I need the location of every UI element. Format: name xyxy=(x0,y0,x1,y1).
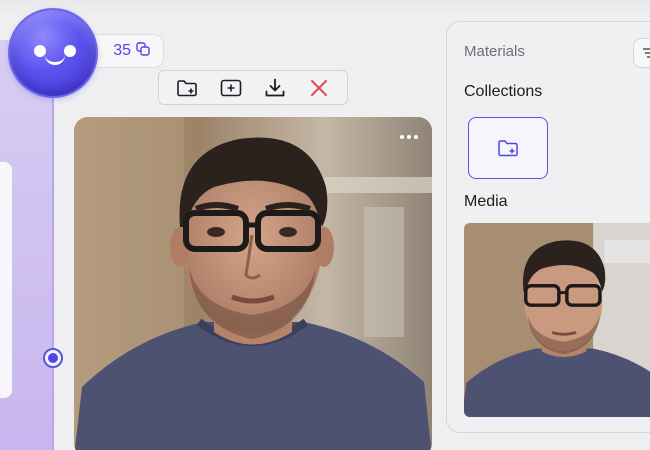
top-edge xyxy=(0,0,650,14)
more-dot xyxy=(407,135,411,139)
materials-panel: Materials Collections Media xyxy=(446,21,650,433)
media-thumbnail[interactable] xyxy=(464,223,650,417)
media-toolbar xyxy=(158,70,348,105)
credits-count: 35 xyxy=(113,42,131,59)
add-button[interactable] xyxy=(216,74,246,102)
more-dot xyxy=(414,135,418,139)
left-card xyxy=(0,162,12,398)
folder-plus-icon xyxy=(498,140,518,157)
new-folder-button[interactable] xyxy=(172,74,202,102)
plus-square-icon xyxy=(220,79,242,96)
folder-plus-icon xyxy=(177,79,197,96)
assistant-avatar[interactable] xyxy=(8,8,98,98)
portrait-image xyxy=(74,117,432,450)
avatar-right-eye xyxy=(64,45,76,57)
avatar-smile xyxy=(45,55,65,65)
portrait-thumbnail-image xyxy=(464,223,650,417)
download-icon xyxy=(265,78,285,96)
delete-button[interactable] xyxy=(304,74,334,102)
media-heading: Media xyxy=(464,193,508,210)
new-collection-button[interactable] xyxy=(468,117,548,179)
download-button[interactable] xyxy=(260,74,290,102)
credits-icon xyxy=(135,41,151,62)
collections-heading: Collections xyxy=(464,83,543,100)
more-dot xyxy=(400,135,404,139)
filter-icon xyxy=(643,48,650,58)
materials-title: Materials xyxy=(464,43,525,60)
close-icon xyxy=(311,79,327,96)
filter-button[interactable] xyxy=(633,38,650,68)
left-side-panel xyxy=(0,40,54,450)
selected-photo[interactable] xyxy=(74,117,432,450)
more-options-button[interactable] xyxy=(396,125,422,149)
connection-node[interactable] xyxy=(43,348,63,368)
